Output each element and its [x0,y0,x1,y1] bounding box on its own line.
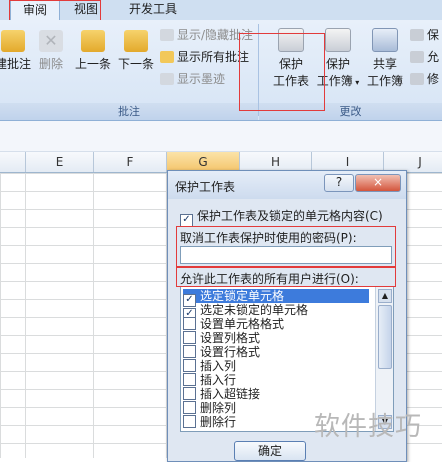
show-ink-icon [160,73,174,85]
close-button[interactable]: × [355,174,401,192]
track-changes-button[interactable]: 修 [410,70,439,88]
show-all-comments-icon [160,51,174,63]
comments-group-label: 批注 [0,103,258,120]
protect-share-icon [410,29,424,41]
column-header[interactable]: H [240,152,312,172]
new-comment-icon [1,30,25,52]
show-hide-comment-label: 显示/隐藏批注 [177,28,254,42]
show-hide-comment-icon [160,29,174,41]
password-input[interactable] [180,246,392,264]
tab-view[interactable]: 视图 [62,0,110,19]
share-workbook-label-2: 工作簿 [366,74,403,88]
share-workbook-label-1: 共享 [372,57,397,71]
dropdown-arrow-icon: ▾ [352,78,360,87]
share-workbook-button[interactable]: 共享 工作簿 [362,28,408,89]
list-item[interactable]: 设置行格式 [183,345,260,359]
tab-review[interactable]: 审阅 [10,0,60,20]
allow-edit-label: 允 [427,50,440,64]
help-button[interactable]: ? [324,174,354,192]
protect-sheet-label-2: 工作表 [272,74,309,88]
protect-workbook-label-1: 保护 [325,57,350,71]
delete-comment-label: 删除 [38,57,63,71]
show-ink-button[interactable]: 显示墨迹 [160,70,225,88]
delete-comment-button[interactable]: ✕ 删除 [34,30,68,72]
allow-users-label: 允许此工作表的所有用户进行(O): [180,272,359,286]
new-comment-button[interactable]: 建批注 [0,30,32,72]
previous-comment-icon [81,30,105,52]
column-header-selected[interactable]: G [167,152,240,172]
protect-contents-checkbox[interactable]: ✓ 保护工作表及锁定的单元格内容(C) [180,207,383,227]
scroll-thumb[interactable] [378,305,392,369]
list-item[interactable]: 设置单元格格式 [183,317,284,331]
protect-share-label: 保 [427,28,440,42]
show-ink-label: 显示墨迹 [177,72,226,86]
ok-button[interactable]: 确定 [234,441,306,461]
list-item[interactable]: 删除行 [183,415,236,429]
changes-group-label: 更改 [259,103,442,120]
column-header[interactable]: I [312,152,384,172]
formula-area [0,121,442,152]
column-header[interactable]: J [384,152,442,172]
column-header[interactable]: F [94,152,167,172]
ribbon: 建批注 ✕ 删除 上一条 下一条 显示/隐藏批注 显示所有批注 显示墨迹 批注 … [0,20,442,121]
allow-edit-icon [410,51,424,63]
show-all-comments-button[interactable]: 显示所有批注 [160,48,249,66]
password-label: 取消工作表保护时使用的密码(P): [180,231,357,245]
protect-workbook-icon [325,28,351,52]
protect-sheet-button[interactable]: 保护 工作表 [268,28,314,89]
list-item[interactable]: ✓ 选定未锁定的单元格 [183,303,308,321]
protect-sheet-label-1: 保护 [278,57,303,71]
checkbox-icon: ✓ [180,214,193,227]
track-changes-label: 修 [427,72,440,86]
dialog-title: 保护工作表 [175,180,236,194]
scroll-up-icon[interactable]: ▲ [378,289,392,303]
dialog-title-bar[interactable]: 保护工作表 ? × [168,171,406,199]
list-item[interactable]: 设置列格式 [183,331,260,345]
ribbon-tab-strip: 审阅 视图 开发工具 [0,0,442,21]
list-item[interactable]: 插入列 [183,359,236,373]
column-header[interactable]: E [26,152,94,172]
next-comment-icon [124,30,148,52]
next-comment-button[interactable]: 下一条 [115,30,157,72]
show-hide-comment-button[interactable]: 显示/隐藏批注 [160,26,253,44]
next-comment-label: 下一条 [117,57,154,71]
list-item[interactable]: 插入行 [183,373,236,387]
track-changes-icon [410,73,424,85]
share-workbook-icon [372,28,398,52]
column-header-D[interactable] [0,152,26,172]
list-item[interactable]: ✓ 选定锁定单元格 [183,289,369,307]
protect-contents-label: 保护工作表及锁定的单元格内容(C) [197,209,383,223]
protect-workbook-button[interactable]: 保护 工作簿 ▾ [314,28,362,89]
previous-comment-button[interactable]: 上一条 [72,30,114,72]
protect-share-button[interactable]: 保 [410,26,439,44]
watermark-text: 软件技巧 [314,412,423,442]
new-comment-label: 建批注 [0,57,31,71]
show-all-comments-label: 显示所有批注 [177,50,250,64]
protect-workbook-label-2: 工作簿 [316,74,353,88]
allow-edit-button[interactable]: 允 [410,48,439,66]
delete-comment-icon: ✕ [39,30,63,52]
grid-line [93,173,94,458]
tab-developer[interactable]: 开发工具 [118,0,188,19]
protect-sheet-icon [278,28,304,52]
list-item[interactable]: 删除列 [183,401,236,415]
list-item[interactable]: 插入超链接 [183,387,260,401]
grid-line [25,173,26,458]
previous-comment-label: 上一条 [74,57,111,71]
